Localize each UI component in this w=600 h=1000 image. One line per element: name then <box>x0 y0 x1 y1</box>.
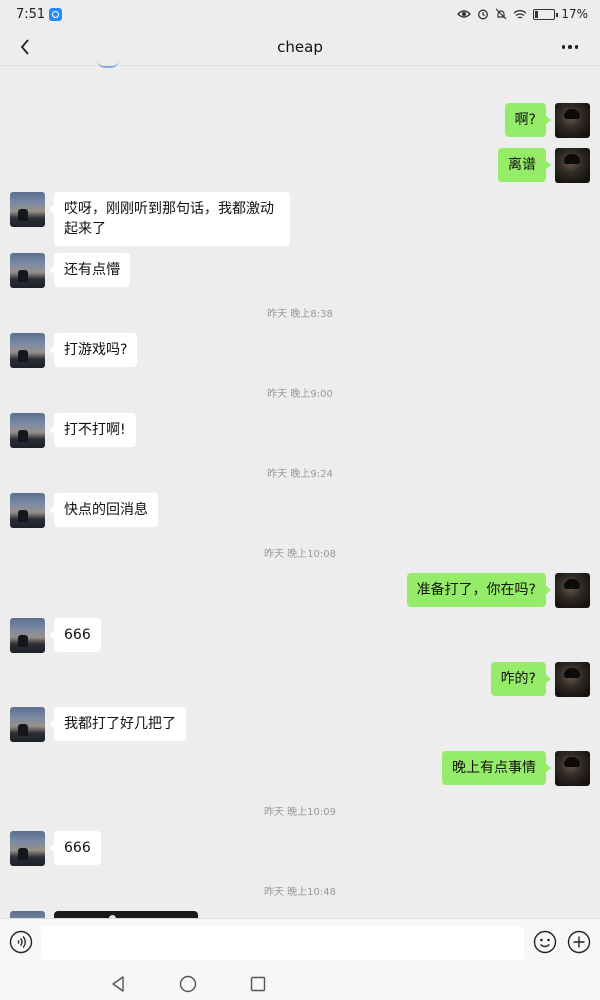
contact-avatar[interactable] <box>10 253 45 288</box>
message-bubble[interactable]: 666 <box>49 831 101 865</box>
contact-avatar[interactable] <box>10 707 45 742</box>
dot-icon <box>568 45 572 49</box>
alarm-icon <box>478 9 489 20</box>
chat-header: cheap <box>0 28 600 66</box>
contact-avatar[interactable] <box>10 493 45 528</box>
message-bubble[interactable]: 快点的回消息 <box>49 493 158 527</box>
message-timestamp: 昨天 晚上9:24 <box>267 469 333 480</box>
contact-avatar[interactable] <box>10 911 45 918</box>
image-message[interactable] <box>54 911 198 918</box>
message-received: 打游戏吗? <box>10 333 138 368</box>
message-received: 快点的回消息 <box>10 493 158 528</box>
message-sent: 准备打了，你在吗? <box>406 573 590 608</box>
my-avatar[interactable] <box>555 751 590 786</box>
search-app-notification-icon <box>49 7 63 21</box>
message-bubble[interactable]: 我都打了好几把了 <box>49 707 186 741</box>
dot-icon <box>561 45 566 49</box>
battery-icon <box>533 8 559 20</box>
contact-avatar[interactable] <box>10 192 45 227</box>
my-avatar[interactable] <box>555 103 590 138</box>
contact-avatar[interactable] <box>10 831 45 866</box>
voice-input-button[interactable] <box>9 930 33 954</box>
contact-avatar[interactable] <box>10 413 45 448</box>
message-received: 还有点懵 <box>10 253 130 288</box>
message-bubble[interactable]: 还有点懵 <box>49 253 130 287</box>
message-sent: 晚上有点事情 <box>442 751 590 786</box>
message-received: 哎呀，刚刚听到那句话，我都激动起来了 <box>10 192 290 246</box>
status-time: 7:51 <box>16 6 46 22</box>
chat-title: cheap <box>277 37 323 56</box>
message-sent: 啊? <box>504 103 590 138</box>
voice-icon <box>9 930 33 954</box>
message-timestamp: 昨天 晚上10:08 <box>264 549 336 560</box>
message-bubble[interactable]: 咋的? <box>490 662 552 696</box>
message-input-bar <box>0 918 600 968</box>
nav-recent-apps-button[interactable] <box>249 975 267 993</box>
status-icons: 17% <box>457 7 588 21</box>
message-timestamp: 昨天 晚上10:48 <box>264 887 336 898</box>
message-received: 666 <box>10 831 101 866</box>
chevron-left-icon <box>20 39 29 55</box>
message-bubble[interactable]: 打游戏吗? <box>48 333 138 367</box>
emoji-icon <box>533 930 557 954</box>
chat-message-list[interactable]: 啊? 离谱 哎呀，刚刚听到那句话，我都激动起来了 还有点懵 昨天 晚上8:38 … <box>0 66 600 918</box>
system-navigation-bar <box>0 968 600 1000</box>
circle-home-icon <box>179 975 197 993</box>
message-bubble[interactable]: 666 <box>49 618 101 652</box>
contact-avatar[interactable] <box>10 333 45 368</box>
emoji-button[interactable] <box>533 930 557 954</box>
message-bubble[interactable]: 晚上有点事情 <box>442 751 551 785</box>
back-button[interactable] <box>14 35 38 59</box>
message-bubble[interactable]: 哎呀，刚刚听到那句话，我都激动起来了 <box>49 192 290 246</box>
message-bubble[interactable]: 离谱 <box>498 148 551 182</box>
wifi-icon <box>513 9 527 19</box>
nav-home-button[interactable] <box>179 975 197 993</box>
my-avatar[interactable] <box>555 662 590 697</box>
my-avatar[interactable] <box>555 148 590 183</box>
battery-percent: 17% <box>561 7 588 21</box>
message-received: 打不打啊! <box>10 413 136 448</box>
message-timestamp: 昨天 晚上8:38 <box>267 309 333 320</box>
message-timestamp: 昨天 晚上9:00 <box>267 389 333 400</box>
more-functions-button[interactable] <box>567 930 591 954</box>
message-received: 我都打了好几把了 <box>10 707 186 742</box>
square-recent-icon <box>250 976 266 992</box>
message-text-input[interactable] <box>41 926 524 960</box>
my-avatar[interactable] <box>555 573 590 608</box>
triangle-back-icon <box>112 976 124 992</box>
contact-avatar[interactable] <box>10 618 45 653</box>
dot-icon <box>574 45 579 49</box>
message-bubble[interactable]: 打不打啊! <box>49 413 136 447</box>
eye-icon <box>457 10 472 18</box>
message-sent: 咋的? <box>490 662 590 697</box>
message-bubble[interactable]: 啊? <box>504 103 552 137</box>
message-sent: 离谱 <box>498 148 590 183</box>
message-timestamp: 昨天 晚上10:09 <box>264 807 336 818</box>
message-received: 666 <box>10 618 101 653</box>
plus-icon <box>567 930 591 954</box>
more-options-button[interactable] <box>558 36 582 58</box>
message-bubble[interactable]: 准备打了，你在吗? <box>406 573 552 607</box>
mute-bell-icon <box>495 8 507 20</box>
nav-back-button[interactable] <box>109 975 127 993</box>
status-bar: 7:51 17% <box>0 0 600 28</box>
message-received <box>10 911 198 918</box>
